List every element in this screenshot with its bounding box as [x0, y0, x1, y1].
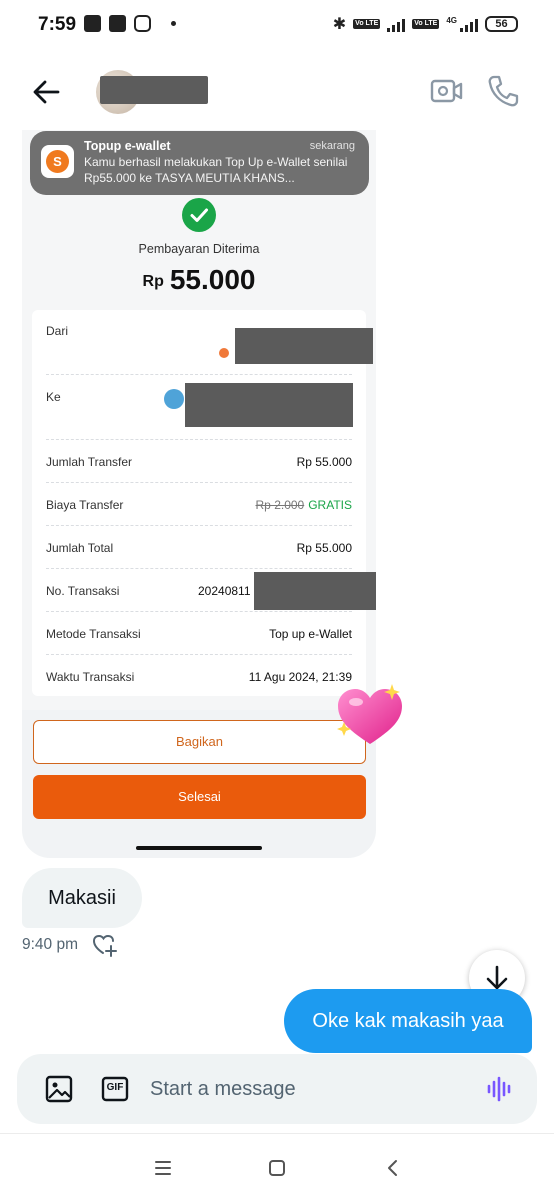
- sender-redacted: [235, 328, 373, 364]
- divider: [46, 525, 352, 526]
- heart-reaction-icon[interactable]: [332, 682, 408, 752]
- outgoing-message-text: Oke kak makasih yaa: [312, 1010, 504, 1032]
- signal-icon: [460, 17, 478, 32]
- fee-label: Biaya Transfer: [46, 498, 124, 512]
- system-navigation-bar: [0, 1134, 554, 1200]
- incoming-message[interactable]: Makasii: [22, 868, 142, 928]
- conversation-header: [0, 60, 554, 124]
- heart-plus-icon: [92, 934, 117, 957]
- status-notification-icons: [84, 15, 176, 32]
- currency-label: Rp: [142, 273, 164, 290]
- status-system-icons: ✱ Vo LTE Vo LTE 4G 56: [333, 14, 518, 34]
- divider: [46, 439, 352, 440]
- transaction-details: Dari Ke Jumlah Transfer Rp 55.000 Biaya …: [32, 310, 376, 696]
- message-icon: [84, 15, 101, 32]
- message-timestamp: 9:40 pm: [22, 936, 79, 953]
- volte-icon: Vo LTE: [412, 19, 440, 29]
- media-button[interactable]: [44, 1074, 74, 1104]
- fee-value: Rp 2.000 GRATIS: [256, 498, 352, 512]
- video-call-button[interactable]: [430, 76, 464, 106]
- notification-body: Kamu berhasil melakukan Top Up e-Wallet …: [84, 155, 348, 185]
- app-icon-letter: S: [46, 150, 69, 173]
- phone-icon: [488, 75, 519, 107]
- amount-value: 55.000: [169, 264, 256, 295]
- share-button: Bagikan: [33, 720, 366, 764]
- system-back-button[interactable]: [381, 1156, 405, 1180]
- divider: [46, 654, 352, 655]
- total-value: Rp 55.000: [296, 541, 352, 555]
- time-label: Waktu Transaksi: [46, 670, 135, 684]
- menu-lines-icon: [155, 1161, 171, 1175]
- incoming-message-text: Makasii: [48, 887, 116, 909]
- gif-label: GIF: [106, 1082, 124, 1093]
- bluetooth-icon: ✱: [332, 16, 347, 33]
- notification-time: sekarang: [309, 140, 355, 152]
- network-type: 4G: [446, 15, 457, 25]
- transaction-no-label: No. Transaksi: [46, 584, 120, 598]
- from-label: Dari: [46, 324, 69, 338]
- payment-status: Pembayaran Diterima: [138, 242, 260, 256]
- arrow-left-icon: [33, 80, 60, 104]
- home-button[interactable]: [265, 1156, 289, 1180]
- transaction-no-redacted: [254, 572, 376, 610]
- recipient-redacted: [185, 383, 353, 427]
- back-button[interactable]: [28, 74, 64, 110]
- message-composer: GIF: [17, 1054, 537, 1124]
- to-label: Ke: [46, 390, 61, 404]
- shared-screenshot-image[interactable]: Pembayaran Diterima Rp 55.000 Dari Ke Jum…: [22, 130, 376, 858]
- notification-banner: S Topup e-wallet sekarang Kamu berhasil …: [30, 131, 369, 195]
- contact-name-redacted[interactable]: [100, 76, 208, 104]
- divider: [46, 482, 352, 483]
- method-value: Top up e-Wallet: [269, 627, 352, 641]
- success-check-icon: [182, 198, 216, 232]
- method-label: Metode Transaksi: [46, 627, 141, 641]
- fee-original: Rp 2.000: [255, 498, 305, 512]
- image-icon: [45, 1075, 73, 1103]
- divider: [46, 374, 352, 375]
- notification-title: Topup e-wallet: [84, 139, 171, 153]
- status-bar: 7:59 ✱ Vo LTE Vo LTE 4G 56: [0, 0, 554, 50]
- signal-icon: [387, 17, 406, 32]
- transaction-no-value: 20240811: [198, 584, 251, 598]
- more-notifications-dot-icon: [171, 21, 176, 26]
- transfer-amount-label: Jumlah Transfer: [46, 455, 133, 469]
- total-label: Jumlah Total: [46, 541, 114, 555]
- home-indicator: [136, 846, 262, 850]
- voice-message-button[interactable]: [484, 1074, 514, 1104]
- payment-amount: Rp 55.000: [22, 264, 376, 296]
- react-button[interactable]: [92, 933, 118, 957]
- volte-icon: Vo LTE: [353, 19, 381, 29]
- recent-apps-button[interactable]: [151, 1156, 175, 1180]
- battery-icon: 56: [485, 16, 518, 32]
- shopping-bag-icon: [109, 15, 126, 32]
- message-input[interactable]: [150, 1072, 470, 1106]
- divider: [46, 568, 352, 569]
- done-button: Selesai: [33, 775, 366, 819]
- voice-call-button[interactable]: [487, 74, 519, 108]
- app-icon: S: [41, 145, 74, 178]
- outgoing-message[interactable]: Oke kak makasih yaa: [284, 989, 532, 1053]
- home-square-icon: [269, 1160, 285, 1176]
- status-time: 7:59: [38, 14, 77, 35]
- fee-free: GRATIS: [308, 498, 352, 512]
- wallet-icon: [164, 389, 184, 409]
- instagram-icon: [134, 15, 151, 32]
- video-camera-icon: [430, 79, 463, 103]
- chevron-left-icon: [388, 1160, 397, 1176]
- transfer-amount-value: Rp 55.000: [296, 455, 352, 469]
- divider: [46, 611, 352, 612]
- gif-button[interactable]: GIF: [101, 1075, 129, 1103]
- voice-wave-icon: [487, 1076, 511, 1102]
- sender-logo-icon: [219, 348, 229, 358]
